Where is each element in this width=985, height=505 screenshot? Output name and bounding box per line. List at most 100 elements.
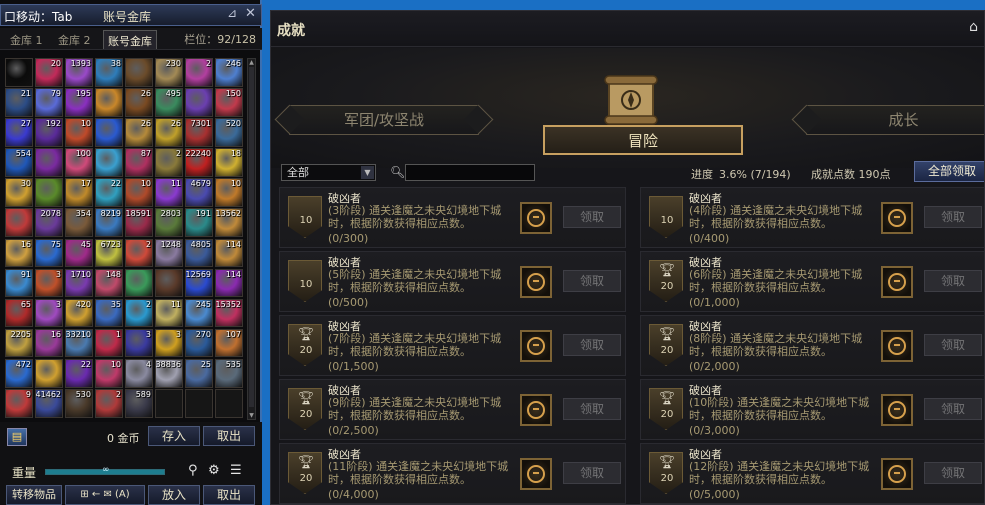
inventory-slot[interactable]: 12569	[185, 268, 213, 298]
inventory-slot[interactable]	[95, 118, 123, 147]
inventory-slot[interactable]: 17	[65, 178, 93, 207]
reward-icon[interactable]	[881, 458, 913, 490]
inventory-slot[interactable]	[35, 148, 63, 177]
tab-growth[interactable]: 成长	[806, 105, 984, 135]
reward-icon[interactable]	[881, 202, 913, 234]
inventory-slot[interactable]: 18591	[125, 208, 153, 238]
close-icon[interactable]: ✕	[245, 6, 256, 21]
inventory-slot[interactable]	[155, 389, 183, 418]
inventory-slot[interactable]: 10	[125, 178, 153, 207]
inventory-slot[interactable]	[185, 88, 213, 117]
inventory-slot[interactable]: 114	[215, 268, 243, 298]
claim-all-button[interactable]: 全部领取	[914, 161, 984, 182]
inventory-slot[interactable]: 4679	[185, 178, 213, 207]
inventory-slot[interactable]: 1393	[65, 58, 93, 87]
transfer-items-button[interactable]: 转移物品	[6, 485, 62, 505]
inventory-slot[interactable]: 15352	[215, 298, 243, 328]
reward-icon[interactable]	[520, 458, 552, 490]
take-out-button[interactable]: 取出	[203, 485, 255, 505]
inventory-slot[interactable]: 7301	[185, 118, 213, 147]
inventory-slot[interactable]: 2803	[155, 208, 183, 238]
home-icon[interactable]: ⌂	[969, 19, 978, 35]
inventory-slot[interactable]: 100	[65, 148, 93, 177]
inventory-slot[interactable]: 13562	[215, 208, 243, 238]
inventory-slot[interactable]	[215, 389, 243, 418]
inventory-slot[interactable]: 16	[5, 238, 33, 268]
inventory-slot[interactable]: 38836	[155, 358, 183, 388]
inventory-slot[interactable]: 75	[35, 238, 63, 268]
claim-button[interactable]: 领取	[563, 270, 621, 292]
inventory-slot[interactable]: 10	[95, 358, 123, 388]
inventory-slot[interactable]: 554	[5, 148, 33, 177]
inventory-slot[interactable]: 245	[185, 298, 213, 328]
inventory-slot[interactable]: 1	[95, 328, 123, 358]
reward-icon[interactable]	[881, 266, 913, 298]
inventory-slot[interactable]: 148	[95, 268, 123, 298]
inventory-slot[interactable]: 191	[185, 208, 213, 238]
inventory-slot[interactable]: 520	[215, 118, 243, 147]
inventory-slot[interactable]: 2	[185, 58, 213, 87]
inventory-slot[interactable]: 45	[65, 238, 93, 268]
chevron-down-icon[interactable]: ▼	[361, 166, 374, 179]
achievement-search-input[interactable]	[405, 164, 535, 181]
inventory-slot[interactable]	[95, 88, 123, 117]
inventory-slot[interactable]	[35, 358, 63, 388]
claim-button[interactable]: 领取	[563, 398, 621, 420]
inventory-slot[interactable]: 20	[35, 58, 63, 87]
claim-button[interactable]: 领取	[924, 462, 982, 484]
reward-icon[interactable]	[881, 330, 913, 362]
inventory-slot[interactable]: 230	[155, 58, 183, 87]
inventory-slot[interactable]: 495	[155, 88, 183, 117]
scroll-thumb[interactable]	[249, 67, 254, 407]
inventory-slot[interactable]: 16	[35, 328, 63, 358]
inventory-slot[interactable]: 65	[5, 298, 33, 328]
inventory-slot[interactable]	[155, 268, 183, 298]
inventory-slot[interactable]: 79	[35, 88, 63, 117]
inventory-slot[interactable]: 87	[125, 148, 153, 177]
scroll-down-icon[interactable]: ▼	[248, 412, 255, 419]
inventory-slot[interactable]	[185, 389, 213, 418]
inventory-slot[interactable]: 1248	[155, 238, 183, 268]
claim-button[interactable]: 领取	[563, 462, 621, 484]
item-grid-scrollbar[interactable]: ▲ ▼	[247, 58, 256, 420]
inventory-slot[interactable]: 22240	[185, 148, 213, 177]
inventory-slot[interactable]	[35, 178, 63, 207]
gear-icon[interactable]: ⚙	[208, 463, 220, 478]
bag-transfer-button[interactable]: ⊞ ← ✉ (A)	[65, 485, 145, 505]
inventory-slot[interactable]: 192	[35, 118, 63, 147]
inventory-slot[interactable]	[5, 58, 33, 87]
inventory-slot[interactable]: 26	[125, 118, 153, 147]
list-icon[interactable]: ☰	[230, 463, 242, 478]
inventory-slot[interactable]: 114	[215, 238, 243, 268]
inventory-slot[interactable]: 22	[95, 178, 123, 207]
inventory-slot[interactable]: 2	[125, 298, 153, 328]
inventory-slot[interactable]: 472	[5, 358, 33, 388]
claim-button[interactable]: 领取	[924, 206, 982, 228]
inventory-slot[interactable]: 35	[95, 298, 123, 328]
sort-icon[interactable]: ▤	[7, 428, 27, 446]
inventory-slot[interactable]: 4805	[185, 238, 213, 268]
inventory-slot[interactable]: 2	[125, 238, 153, 268]
inventory-slot[interactable]: 22	[65, 358, 93, 388]
inventory-slot[interactable]: 26	[125, 88, 153, 117]
tab-legion-siege[interactable]: 军团/攻坚战	[289, 105, 479, 135]
inventory-slot[interactable]: 535	[215, 358, 243, 388]
inventory-slot[interactable]: 11	[155, 298, 183, 328]
inventory-slot[interactable]	[5, 208, 33, 238]
inventory-slot[interactable]: 6723	[95, 238, 123, 268]
inventory-slot[interactable]: 30	[5, 178, 33, 207]
inventory-slot[interactable]: 4	[125, 358, 153, 388]
inventory-slot[interactable]: 38	[95, 58, 123, 87]
inventory-slot[interactable]: 195	[65, 88, 93, 117]
inventory-slot[interactable]: 2	[155, 148, 183, 177]
claim-button[interactable]: 领取	[924, 334, 982, 356]
reward-icon[interactable]	[520, 394, 552, 426]
inventory-slot[interactable]: 530	[65, 389, 93, 418]
tab-adventure[interactable]: 冒险	[543, 125, 743, 155]
claim-button[interactable]: 领取	[563, 206, 621, 228]
claim-button[interactable]: 领取	[924, 398, 982, 420]
inventory-slot[interactable]: 270	[185, 328, 213, 358]
tab-vault-1[interactable]: 金库 1	[6, 30, 47, 49]
inventory-slot[interactable]: 26	[155, 118, 183, 147]
filter-dropdown[interactable]: 全部 ▼	[281, 164, 376, 181]
